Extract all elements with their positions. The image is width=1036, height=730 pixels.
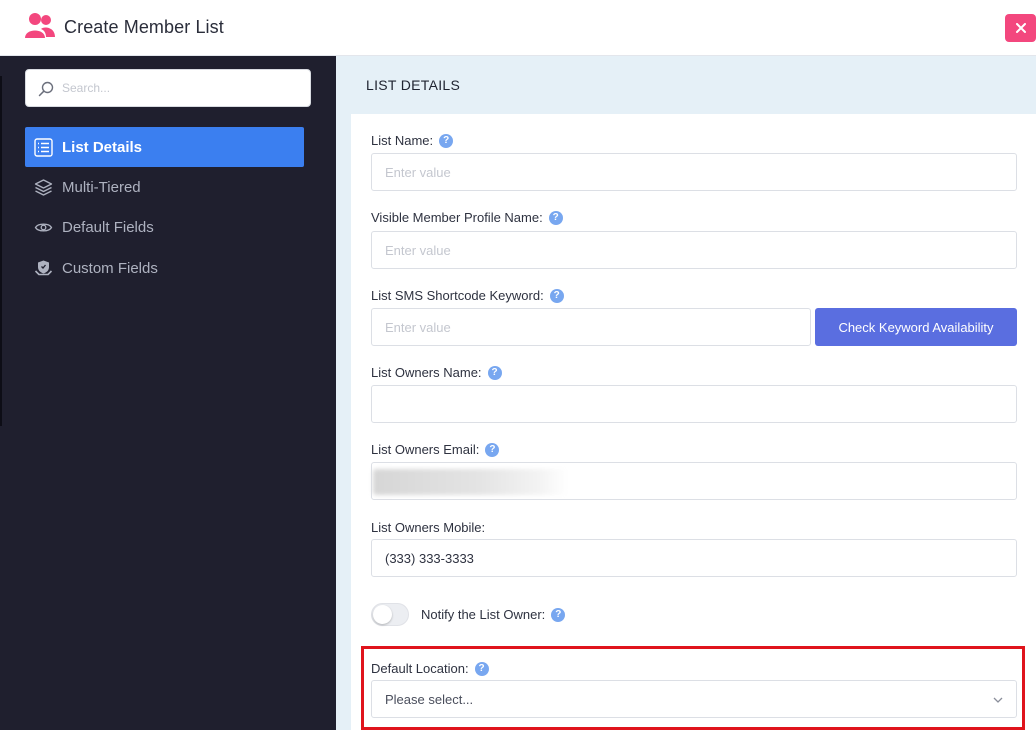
sidebar-item-label: Custom Fields bbox=[62, 259, 158, 277]
list-icon bbox=[34, 137, 53, 157]
main-content: LIST DETAILS List Name: ? Visible Member… bbox=[336, 56, 1036, 730]
owner-name-label: List Owners Name: ? bbox=[371, 365, 502, 380]
users-icon bbox=[25, 13, 55, 38]
sidebar-item-default-fields[interactable]: Default Fields bbox=[25, 207, 304, 247]
search-icon bbox=[38, 81, 54, 97]
sidebar-item-list-details[interactable]: List Details bbox=[25, 127, 304, 167]
sidebar-item-label: Default Fields bbox=[62, 218, 154, 236]
sms-keyword-label: List SMS Shortcode Keyword: ? bbox=[371, 288, 564, 303]
sidebar-item-multi-tiered[interactable]: Multi-Tiered bbox=[25, 167, 304, 207]
visible-name-input[interactable] bbox=[371, 231, 1017, 269]
help-icon[interactable]: ? bbox=[485, 442, 500, 457]
default-location-value: Please select... bbox=[385, 691, 474, 707]
owner-mobile-label: List Owners Mobile: bbox=[371, 520, 485, 535]
owner-name-label-text: List Owners Name: bbox=[371, 365, 482, 380]
help-icon[interactable]: ? bbox=[551, 607, 566, 622]
help-icon[interactable]: ? bbox=[549, 288, 564, 303]
sidebar-edge bbox=[0, 76, 2, 426]
search-box[interactable] bbox=[25, 69, 311, 107]
default-location-select[interactable]: Please select... bbox=[371, 680, 1017, 718]
list-details-form: List Name: ? Visible Member Profile Name… bbox=[351, 114, 1036, 730]
close-icon bbox=[1015, 23, 1026, 33]
check-keyword-button[interactable]: Check Keyword Availability bbox=[815, 308, 1017, 346]
sidebar-item-custom-fields[interactable]: Custom Fields bbox=[25, 248, 304, 288]
eye-icon bbox=[34, 218, 53, 237]
owner-mobile-label-text: List Owners Mobile: bbox=[371, 520, 486, 535]
sms-keyword-input[interactable] bbox=[371, 308, 811, 346]
help-icon[interactable]: ? bbox=[487, 365, 502, 380]
sms-keyword-label-text: List SMS Shortcode Keyword: bbox=[371, 288, 544, 303]
toggle-knob bbox=[373, 605, 392, 624]
list-name-label: List Name: ? bbox=[371, 133, 454, 148]
sidebar-item-label: Multi-Tiered bbox=[62, 178, 141, 196]
notify-owner-label-text: Notify the List Owner: bbox=[421, 607, 546, 622]
help-icon[interactable]: ? bbox=[548, 210, 563, 225]
default-location-label: Default Location: ? bbox=[371, 661, 489, 676]
owner-email-label-text: List Owners Email: bbox=[371, 442, 480, 457]
owner-email-label: List Owners Email: ? bbox=[371, 442, 500, 457]
help-icon[interactable]: ? bbox=[439, 133, 454, 148]
list-name-input[interactable] bbox=[371, 153, 1017, 191]
sidebar-item-label: List Details bbox=[62, 138, 143, 156]
list-name-label-text: List Name: bbox=[371, 133, 434, 148]
help-icon[interactable]: ? bbox=[474, 661, 489, 676]
chevron-down-icon bbox=[993, 697, 1003, 703]
modal-header: Create Member List bbox=[0, 0, 1036, 56]
visible-name-label: Visible Member Profile Name: ? bbox=[371, 210, 563, 225]
notify-owner-toggle[interactable] bbox=[371, 603, 409, 626]
hand-shield-icon bbox=[34, 259, 53, 278]
owner-mobile-input[interactable] bbox=[371, 539, 1017, 577]
visible-name-label-text: Visible Member Profile Name: bbox=[371, 210, 543, 225]
redacted-email bbox=[373, 469, 568, 495]
sidebar: List Details Multi-Tiered Default Fields bbox=[0, 56, 336, 730]
notify-owner-label: Notify the List Owner: ? bbox=[421, 607, 566, 622]
owner-name-input[interactable] bbox=[371, 385, 1017, 423]
close-button[interactable] bbox=[1005, 14, 1036, 42]
modal-title: Create Member List bbox=[64, 17, 224, 37]
section-title: LIST DETAILS bbox=[366, 77, 461, 93]
search-input[interactable] bbox=[62, 70, 302, 106]
default-location-label-text: Default Location: bbox=[371, 661, 469, 676]
layers-icon bbox=[34, 178, 53, 197]
